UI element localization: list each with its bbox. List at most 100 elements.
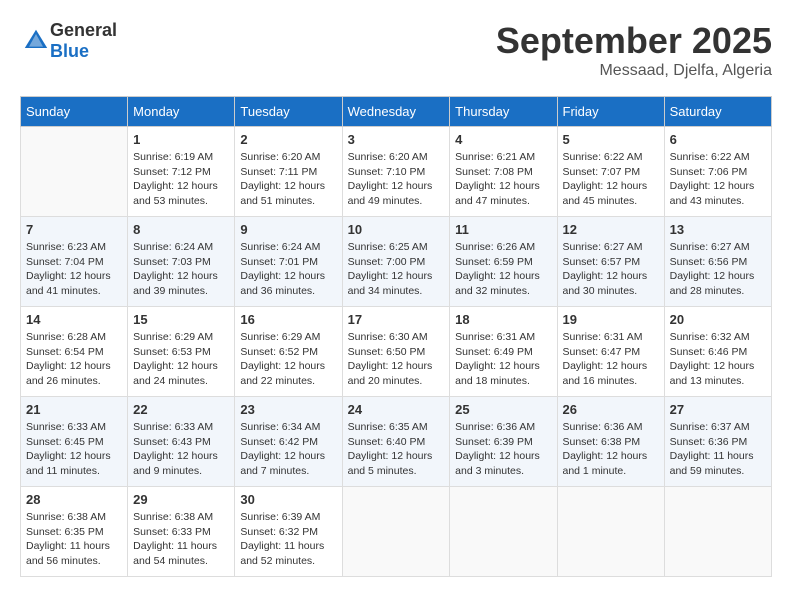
calendar-cell: 4 Sunrise: 6:21 AM Sunset: 7:08 PM Daylig…: [450, 127, 557, 217]
calendar-cell: 21 Sunrise: 6:33 AM Sunset: 6:45 PM Dayli…: [21, 397, 128, 487]
calendar-cell: 2 Sunrise: 6:20 AM Sunset: 7:11 PM Daylig…: [235, 127, 342, 217]
calendar-cell: 16 Sunrise: 6:29 AM Sunset: 6:52 PM Dayli…: [235, 307, 342, 397]
day-number: 10: [348, 222, 445, 237]
day-number: 11: [455, 222, 551, 237]
day-number: 18: [455, 312, 551, 327]
day-info: Sunrise: 6:22 AM Sunset: 7:07 PM Dayligh…: [563, 150, 659, 209]
calendar-cell: 3Sunrise: 6:20 AM Sunset: 7:10 PM Daylig…: [342, 127, 450, 217]
location-title: Messaad, Djelfa, Algeria: [496, 62, 772, 80]
title-block: September 2025 Messaad, Djelfa, Algeria: [496, 20, 772, 80]
weekday-header-tuesday: Tuesday: [235, 97, 342, 127]
calendar-cell: 28Sunrise: 6:38 AM Sunset: 6:35 PM Dayli…: [21, 487, 128, 577]
day-number: 17: [348, 312, 445, 327]
calendar-cell: 12 Sunrise: 6:27 AM Sunset: 6:57 PM Dayli…: [557, 217, 664, 307]
day-info: Sunrise: 6:24 AM Sunset: 7:03 PM Dayligh…: [133, 240, 229, 299]
day-number: 16: [240, 312, 336, 327]
calendar-cell: 6Sunrise: 6:22 AM Sunset: 7:06 PM Daylig…: [664, 127, 771, 217]
day-number: 25: [455, 402, 551, 417]
calendar-cell: 9 Sunrise: 6:24 AM Sunset: 7:01 PM Daylig…: [235, 217, 342, 307]
day-info: Sunrise: 6:31 AM Sunset: 6:47 PM Dayligh…: [563, 330, 659, 389]
day-info: Sunrise: 6:28 AM Sunset: 6:54 PM Dayligh…: [26, 330, 122, 389]
calendar-cell: [664, 487, 771, 577]
day-info: Sunrise: 6:20 AM Sunset: 7:11 PM Dayligh…: [240, 150, 336, 209]
calendar-table: SundayMondayTuesdayWednesdayThursdayFrid…: [20, 96, 772, 577]
calendar-cell: 27 Sunrise: 6:37 AM Sunset: 6:36 PM Dayli…: [664, 397, 771, 487]
calendar-header-row: SundayMondayTuesdayWednesdayThursdayFrid…: [21, 97, 772, 127]
day-number: 20: [670, 312, 766, 327]
day-number: 7: [26, 222, 122, 237]
day-number: 26: [563, 402, 659, 417]
day-info: Sunrise: 6:33 AM Sunset: 6:43 PM Dayligh…: [133, 420, 229, 479]
day-number: 30: [240, 492, 336, 507]
day-info: Sunrise: 6:34 AM Sunset: 6:42 PM Dayligh…: [240, 420, 336, 479]
logo-text-blue: Blue: [50, 41, 89, 61]
day-number: 13: [670, 222, 766, 237]
calendar-cell: [557, 487, 664, 577]
day-info: Sunrise: 6:31 AM Sunset: 6:49 PM Dayligh…: [455, 330, 551, 389]
day-info: Sunrise: 6:36 AM Sunset: 6:39 PM Dayligh…: [455, 420, 551, 479]
calendar-cell: 13 Sunrise: 6:27 AM Sunset: 6:56 PM Dayli…: [664, 217, 771, 307]
calendar-week-row: 28Sunrise: 6:38 AM Sunset: 6:35 PM Dayli…: [21, 487, 772, 577]
day-number: 8: [133, 222, 229, 237]
weekday-header-saturday: Saturday: [664, 97, 771, 127]
day-number: 12: [563, 222, 659, 237]
calendar-cell: 18 Sunrise: 6:31 AM Sunset: 6:49 PM Dayli…: [450, 307, 557, 397]
weekday-header-sunday: Sunday: [21, 97, 128, 127]
calendar-cell: 5 Sunrise: 6:22 AM Sunset: 7:07 PM Daylig…: [557, 127, 664, 217]
weekday-header-friday: Friday: [557, 97, 664, 127]
month-title: September 2025: [496, 20, 772, 62]
calendar-cell: 11 Sunrise: 6:26 AM Sunset: 6:59 PM Dayli…: [450, 217, 557, 307]
day-number: 15: [133, 312, 229, 327]
logo-icon: [22, 27, 50, 55]
calendar-cell: 19 Sunrise: 6:31 AM Sunset: 6:47 PM Dayli…: [557, 307, 664, 397]
calendar-cell: 26 Sunrise: 6:36 AM Sunset: 6:38 PM Dayli…: [557, 397, 664, 487]
weekday-header-wednesday: Wednesday: [342, 97, 450, 127]
weekday-header-monday: Monday: [128, 97, 235, 127]
day-info: Sunrise: 6:27 AM Sunset: 6:57 PM Dayligh…: [563, 240, 659, 299]
day-number: 23: [240, 402, 336, 417]
calendar-week-row: 7 Sunrise: 6:23 AM Sunset: 7:04 PM Daylig…: [21, 217, 772, 307]
day-info: Sunrise: 6:25 AM Sunset: 7:00 PM Dayligh…: [348, 240, 445, 299]
day-number: 5: [563, 132, 659, 147]
day-number: 24: [348, 402, 445, 417]
day-info: Sunrise: 6:23 AM Sunset: 7:04 PM Dayligh…: [26, 240, 122, 299]
calendar-cell: 30Sunrise: 6:39 AM Sunset: 6:32 PM Dayli…: [235, 487, 342, 577]
day-number: 27: [670, 402, 766, 417]
day-info: Sunrise: 6:29 AM Sunset: 6:53 PM Dayligh…: [133, 330, 229, 389]
day-info: Sunrise: 6:38 AM Sunset: 6:33 PM Dayligh…: [133, 510, 229, 569]
calendar-cell: 14 Sunrise: 6:28 AM Sunset: 6:54 PM Dayli…: [21, 307, 128, 397]
day-number: 29: [133, 492, 229, 507]
calendar-cell: 7 Sunrise: 6:23 AM Sunset: 7:04 PM Daylig…: [21, 217, 128, 307]
day-info: Sunrise: 6:32 AM Sunset: 6:46 PM Dayligh…: [670, 330, 766, 389]
calendar-cell: 1Sunrise: 6:19 AM Sunset: 7:12 PM Daylig…: [128, 127, 235, 217]
day-info: Sunrise: 6:27 AM Sunset: 6:56 PM Dayligh…: [670, 240, 766, 299]
weekday-header-thursday: Thursday: [450, 97, 557, 127]
day-info: Sunrise: 6:37 AM Sunset: 6:36 PM Dayligh…: [670, 420, 766, 479]
day-info: Sunrise: 6:21 AM Sunset: 7:08 PM Dayligh…: [455, 150, 551, 209]
day-info: Sunrise: 6:19 AM Sunset: 7:12 PM Dayligh…: [133, 150, 229, 209]
day-number: 19: [563, 312, 659, 327]
day-info: Sunrise: 6:33 AM Sunset: 6:45 PM Dayligh…: [26, 420, 122, 479]
calendar-cell: 29 Sunrise: 6:38 AM Sunset: 6:33 PM Dayli…: [128, 487, 235, 577]
day-number: 21: [26, 402, 122, 417]
calendar-cell: 24Sunrise: 6:35 AM Sunset: 6:40 PM Dayli…: [342, 397, 450, 487]
calendar-week-row: 21 Sunrise: 6:33 AM Sunset: 6:45 PM Dayli…: [21, 397, 772, 487]
day-number: 4: [455, 132, 551, 147]
day-info: Sunrise: 6:26 AM Sunset: 6:59 PM Dayligh…: [455, 240, 551, 299]
day-info: Sunrise: 6:36 AM Sunset: 6:38 PM Dayligh…: [563, 420, 659, 479]
calendar-cell: [21, 127, 128, 217]
day-number: 9: [240, 222, 336, 237]
day-number: 2: [240, 132, 336, 147]
day-info: Sunrise: 6:29 AM Sunset: 6:52 PM Dayligh…: [240, 330, 336, 389]
calendar-cell: 23 Sunrise: 6:34 AM Sunset: 6:42 PM Dayli…: [235, 397, 342, 487]
calendar-cell: 8 Sunrise: 6:24 AM Sunset: 7:03 PM Daylig…: [128, 217, 235, 307]
calendar-body: 1Sunrise: 6:19 AM Sunset: 7:12 PM Daylig…: [21, 127, 772, 577]
page-header: General Blue September 2025 Messaad, Dje…: [20, 20, 772, 80]
calendar-cell: [342, 487, 450, 577]
logo: General Blue: [20, 20, 117, 62]
day-number: 14: [26, 312, 122, 327]
day-info: Sunrise: 6:24 AM Sunset: 7:01 PM Dayligh…: [240, 240, 336, 299]
day-number: 6: [670, 132, 766, 147]
day-number: 3: [348, 132, 445, 147]
calendar-week-row: 1Sunrise: 6:19 AM Sunset: 7:12 PM Daylig…: [21, 127, 772, 217]
